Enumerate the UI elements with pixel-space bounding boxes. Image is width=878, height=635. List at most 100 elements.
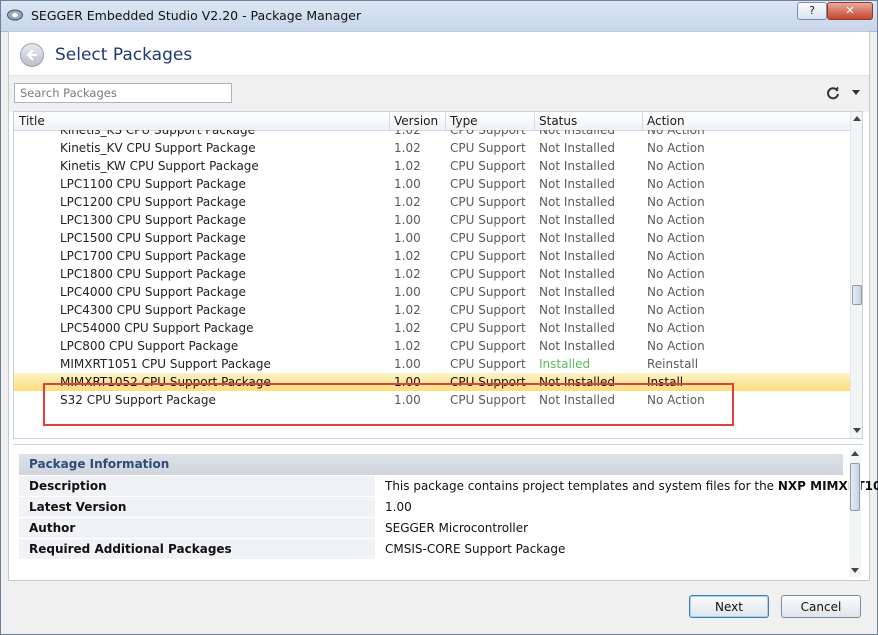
- info-value-cell: This package contains project templates …: [375, 476, 878, 496]
- column-header-status[interactable]: Status: [539, 114, 577, 128]
- row-action: Reinstall: [647, 357, 699, 371]
- row-version: 1.02: [394, 303, 421, 317]
- column-divider[interactable]: [445, 112, 446, 130]
- row-status: Not Installed: [539, 141, 615, 155]
- row-status: Not Installed: [539, 159, 615, 173]
- info-scrollbar[interactable]: [849, 449, 861, 577]
- column-divider[interactable]: [389, 112, 390, 130]
- help-button[interactable]: ?: [797, 2, 827, 20]
- column-divider[interactable]: [534, 112, 535, 130]
- info-value-cell: SEGGER Microcontroller: [375, 518, 843, 538]
- row-status: Not Installed: [539, 285, 615, 299]
- table-row[interactable]: LPC1100 CPU Support Package 1.00 CPU Suppo…: [14, 175, 850, 193]
- scroll-down-icon[interactable]: [851, 568, 859, 573]
- table-row[interactable]: Kinetis_KV CPU Support Package 1.02 CPU Su…: [14, 139, 850, 157]
- row-title: LPC1700 CPU Support Package: [60, 249, 246, 263]
- toolbar: [9, 75, 869, 112]
- table-row[interactable]: LPC1500 CPU Support Package 1.00 CPU Suppo…: [14, 229, 850, 247]
- table-row[interactable]: MIMXRT1051 CPU Support Package 1.00 CPU Su…: [14, 355, 850, 373]
- title-bar[interactable]: SEGGER Embedded Studio V2.20 - Package M…: [1, 1, 877, 32]
- column-header-version[interactable]: Version: [394, 114, 438, 128]
- back-button[interactable]: [20, 43, 44, 67]
- row-type: CPU Support: [450, 130, 526, 137]
- row-status: Not Installed: [539, 177, 615, 191]
- scroll-thumb[interactable]: [850, 463, 860, 511]
- row-action: No Action: [647, 303, 705, 317]
- row-version: 1.02: [394, 321, 421, 335]
- row-version: 1.00: [394, 231, 421, 245]
- next-button[interactable]: Next: [689, 595, 769, 618]
- options-dropdown-icon[interactable]: [852, 90, 860, 95]
- info-key: Description: [29, 479, 107, 493]
- row-status: Not Installed: [539, 267, 615, 281]
- refresh-icon[interactable]: [826, 86, 840, 100]
- row-version: 1.02: [394, 249, 421, 263]
- row-version: 1.02: [394, 339, 421, 353]
- row-type: CPU Support: [450, 249, 526, 263]
- row-action: No Action: [647, 213, 705, 227]
- row-version: 1.02: [394, 159, 421, 173]
- table-row[interactable]: LPC800 CPU Support Package 1.02 CPU Suppor…: [14, 337, 850, 355]
- close-button[interactable]: ✕: [827, 2, 873, 20]
- row-action: No Action: [647, 249, 705, 263]
- info-value-text: SEGGER Microcontroller: [385, 521, 529, 535]
- package-manager-window: SEGGER Embedded Studio V2.20 - Package M…: [0, 0, 878, 635]
- table-row[interactable]: LPC4000 CPU Support Package 1.00 CPU Suppo…: [14, 283, 850, 301]
- row-action: No Action: [647, 321, 705, 335]
- wizard-content: Select Packages Title Version Type Statu…: [8, 31, 878, 581]
- row-type: CPU Support: [450, 159, 526, 173]
- row-action: No Action: [647, 267, 705, 281]
- table-row[interactable]: Kinetis_KS CPU Support Package 1.02 CPU Su…: [14, 130, 850, 139]
- table-row[interactable]: Kinetis_KW CPU Support Package 1.02 CPU Su…: [14, 157, 850, 175]
- window-title: SEGGER Embedded Studio V2.20 - Package M…: [31, 8, 362, 23]
- row-action: No Action: [647, 339, 705, 353]
- table-row[interactable]: LPC54000 CPU Support Package 1.02 CPU Supp…: [14, 319, 850, 337]
- table-row[interactable]: LPC1700 CPU Support Package 1.02 CPU Suppo…: [14, 247, 850, 265]
- table-row[interactable]: LPC1200 CPU Support Package 1.02 CPU Suppo…: [14, 193, 850, 211]
- scroll-down-icon[interactable]: [853, 428, 861, 433]
- info-value: SEGGER Microcontroller: [385, 521, 528, 535]
- info-key: Required Additional Packages: [29, 542, 232, 556]
- row-type: CPU Support: [450, 213, 526, 227]
- info-value-cell: CMSIS-CORE Support Package: [375, 539, 843, 559]
- highlight-annotation: [43, 383, 734, 426]
- scroll-up-icon[interactable]: [853, 116, 861, 121]
- row-title: LPC1500 CPU Support Package: [60, 231, 246, 245]
- row-title: LPC800 CPU Support Package: [60, 339, 239, 353]
- table-row[interactable]: LPC1300 CPU Support Package 1.00 CPU Suppo…: [14, 211, 850, 229]
- row-action: No Action: [647, 141, 705, 155]
- row-version: 1.02: [394, 195, 421, 209]
- info-header-label: Package Information: [29, 457, 170, 471]
- column-header-title[interactable]: Title: [19, 114, 45, 128]
- row-title: LPC1800 CPU Support Package: [60, 267, 246, 281]
- info-row: Description This package contains project…: [19, 476, 878, 497]
- row-title: MIMXRT1051 CPU Support Package: [60, 357, 271, 371]
- info-value-text: CMSIS-CORE Support Package: [385, 542, 566, 556]
- row-title: LPC4000 CPU Support Package: [60, 285, 246, 299]
- row-title: Kinetis_KV CPU Support Package: [60, 141, 256, 155]
- row-version: 1.00: [394, 177, 421, 191]
- list-scrollbar[interactable]: [850, 112, 862, 438]
- search-input[interactable]: [14, 83, 232, 103]
- column-header-type[interactable]: Type: [450, 114, 478, 128]
- row-version: 1.00: [394, 285, 421, 299]
- back-arrow-icon: [26, 49, 37, 61]
- row-status: Not Installed: [539, 339, 615, 353]
- table-row[interactable]: LPC1800 CPU Support Package 1.02 CPU Suppo…: [14, 265, 850, 283]
- row-type: CPU Support: [450, 303, 526, 317]
- scroll-up-icon[interactable]: [851, 451, 859, 456]
- info-header: Package Information: [19, 454, 843, 475]
- row-type: CPU Support: [450, 339, 526, 353]
- cancel-button[interactable]: Cancel: [781, 595, 861, 618]
- table-row[interactable]: LPC4300 CPU Support Package 1.02 CPU Suppo…: [14, 301, 850, 319]
- row-type: CPU Support: [450, 141, 526, 155]
- scroll-thumb[interactable]: [852, 285, 862, 305]
- row-version: 1.02: [394, 267, 421, 281]
- row-version: 1.02: [394, 130, 421, 137]
- column-divider[interactable]: [642, 112, 643, 130]
- row-type: CPU Support: [450, 285, 526, 299]
- row-type: CPU Support: [450, 321, 526, 335]
- row-title: LPC1200 CPU Support Package: [60, 195, 246, 209]
- column-header-action[interactable]: Action: [647, 114, 685, 128]
- row-status: Not Installed: [539, 231, 615, 245]
